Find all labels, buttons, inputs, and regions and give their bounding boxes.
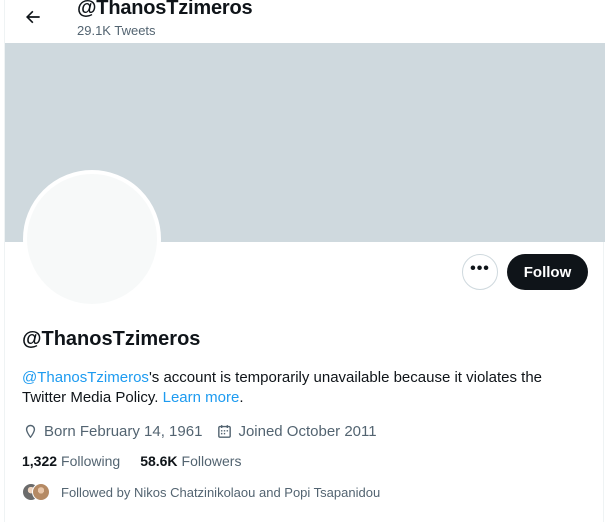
follow-button[interactable]: Follow [507, 254, 588, 290]
birthday: Born February 14, 1961 [22, 423, 202, 440]
calendar-icon [218, 424, 232, 438]
more-button[interactable]: ••• [462, 254, 498, 290]
learn-more-link[interactable]: Learn more [163, 389, 240, 406]
profile-meta: Born February 14, 1961 Joined October 20… [22, 420, 391, 442]
following-label: Following [61, 453, 121, 469]
top-bar: @ThanosTzimeros 29.1K Tweets [5, 0, 605, 43]
more-icon: ••• [470, 260, 490, 277]
followed-by-text: Followed by Nikos Chatzinikolaou and Pop… [61, 484, 381, 500]
followed-by-avatars [22, 482, 50, 502]
unavailable-notice: @ThanosTzimeros's account is temporarily… [22, 368, 582, 408]
header-title: @ThanosTzimeros [77, 0, 253, 19]
avatar [32, 483, 50, 501]
avatar [23, 170, 161, 308]
join-date: Joined October 2011 [216, 422, 377, 440]
followers-count: 58.6K [140, 453, 178, 469]
following-count: 1,322 [22, 453, 58, 469]
following-link[interactable]: 1,322 Following [22, 453, 120, 469]
followers-label: Followers [181, 453, 242, 469]
followers-link[interactable]: 58.6K Followers [140, 453, 241, 469]
back-arrow-icon [26, 10, 40, 24]
profile-page: @ThanosTzimeros 29.1K Tweets ••• Follow … [4, 0, 605, 522]
follow-stats: 1,322 Following 58.6K Followers [22, 451, 261, 471]
birthday-icon [25, 424, 36, 438]
handle-link[interactable]: @ThanosTzimeros [22, 369, 149, 386]
tweet-count: 29.1K Tweets [77, 23, 156, 38]
followed-by-link[interactable]: Followed by Nikos Chatzinikolaou and Pop… [22, 482, 380, 502]
birth-date: Born February 14, 1961 [44, 422, 203, 440]
back-button[interactable] [19, 3, 47, 31]
joined-text: Joined October 2011 [238, 422, 377, 440]
notice-end: . [239, 389, 244, 406]
display-name: @ThanosTzimeros [22, 328, 201, 350]
